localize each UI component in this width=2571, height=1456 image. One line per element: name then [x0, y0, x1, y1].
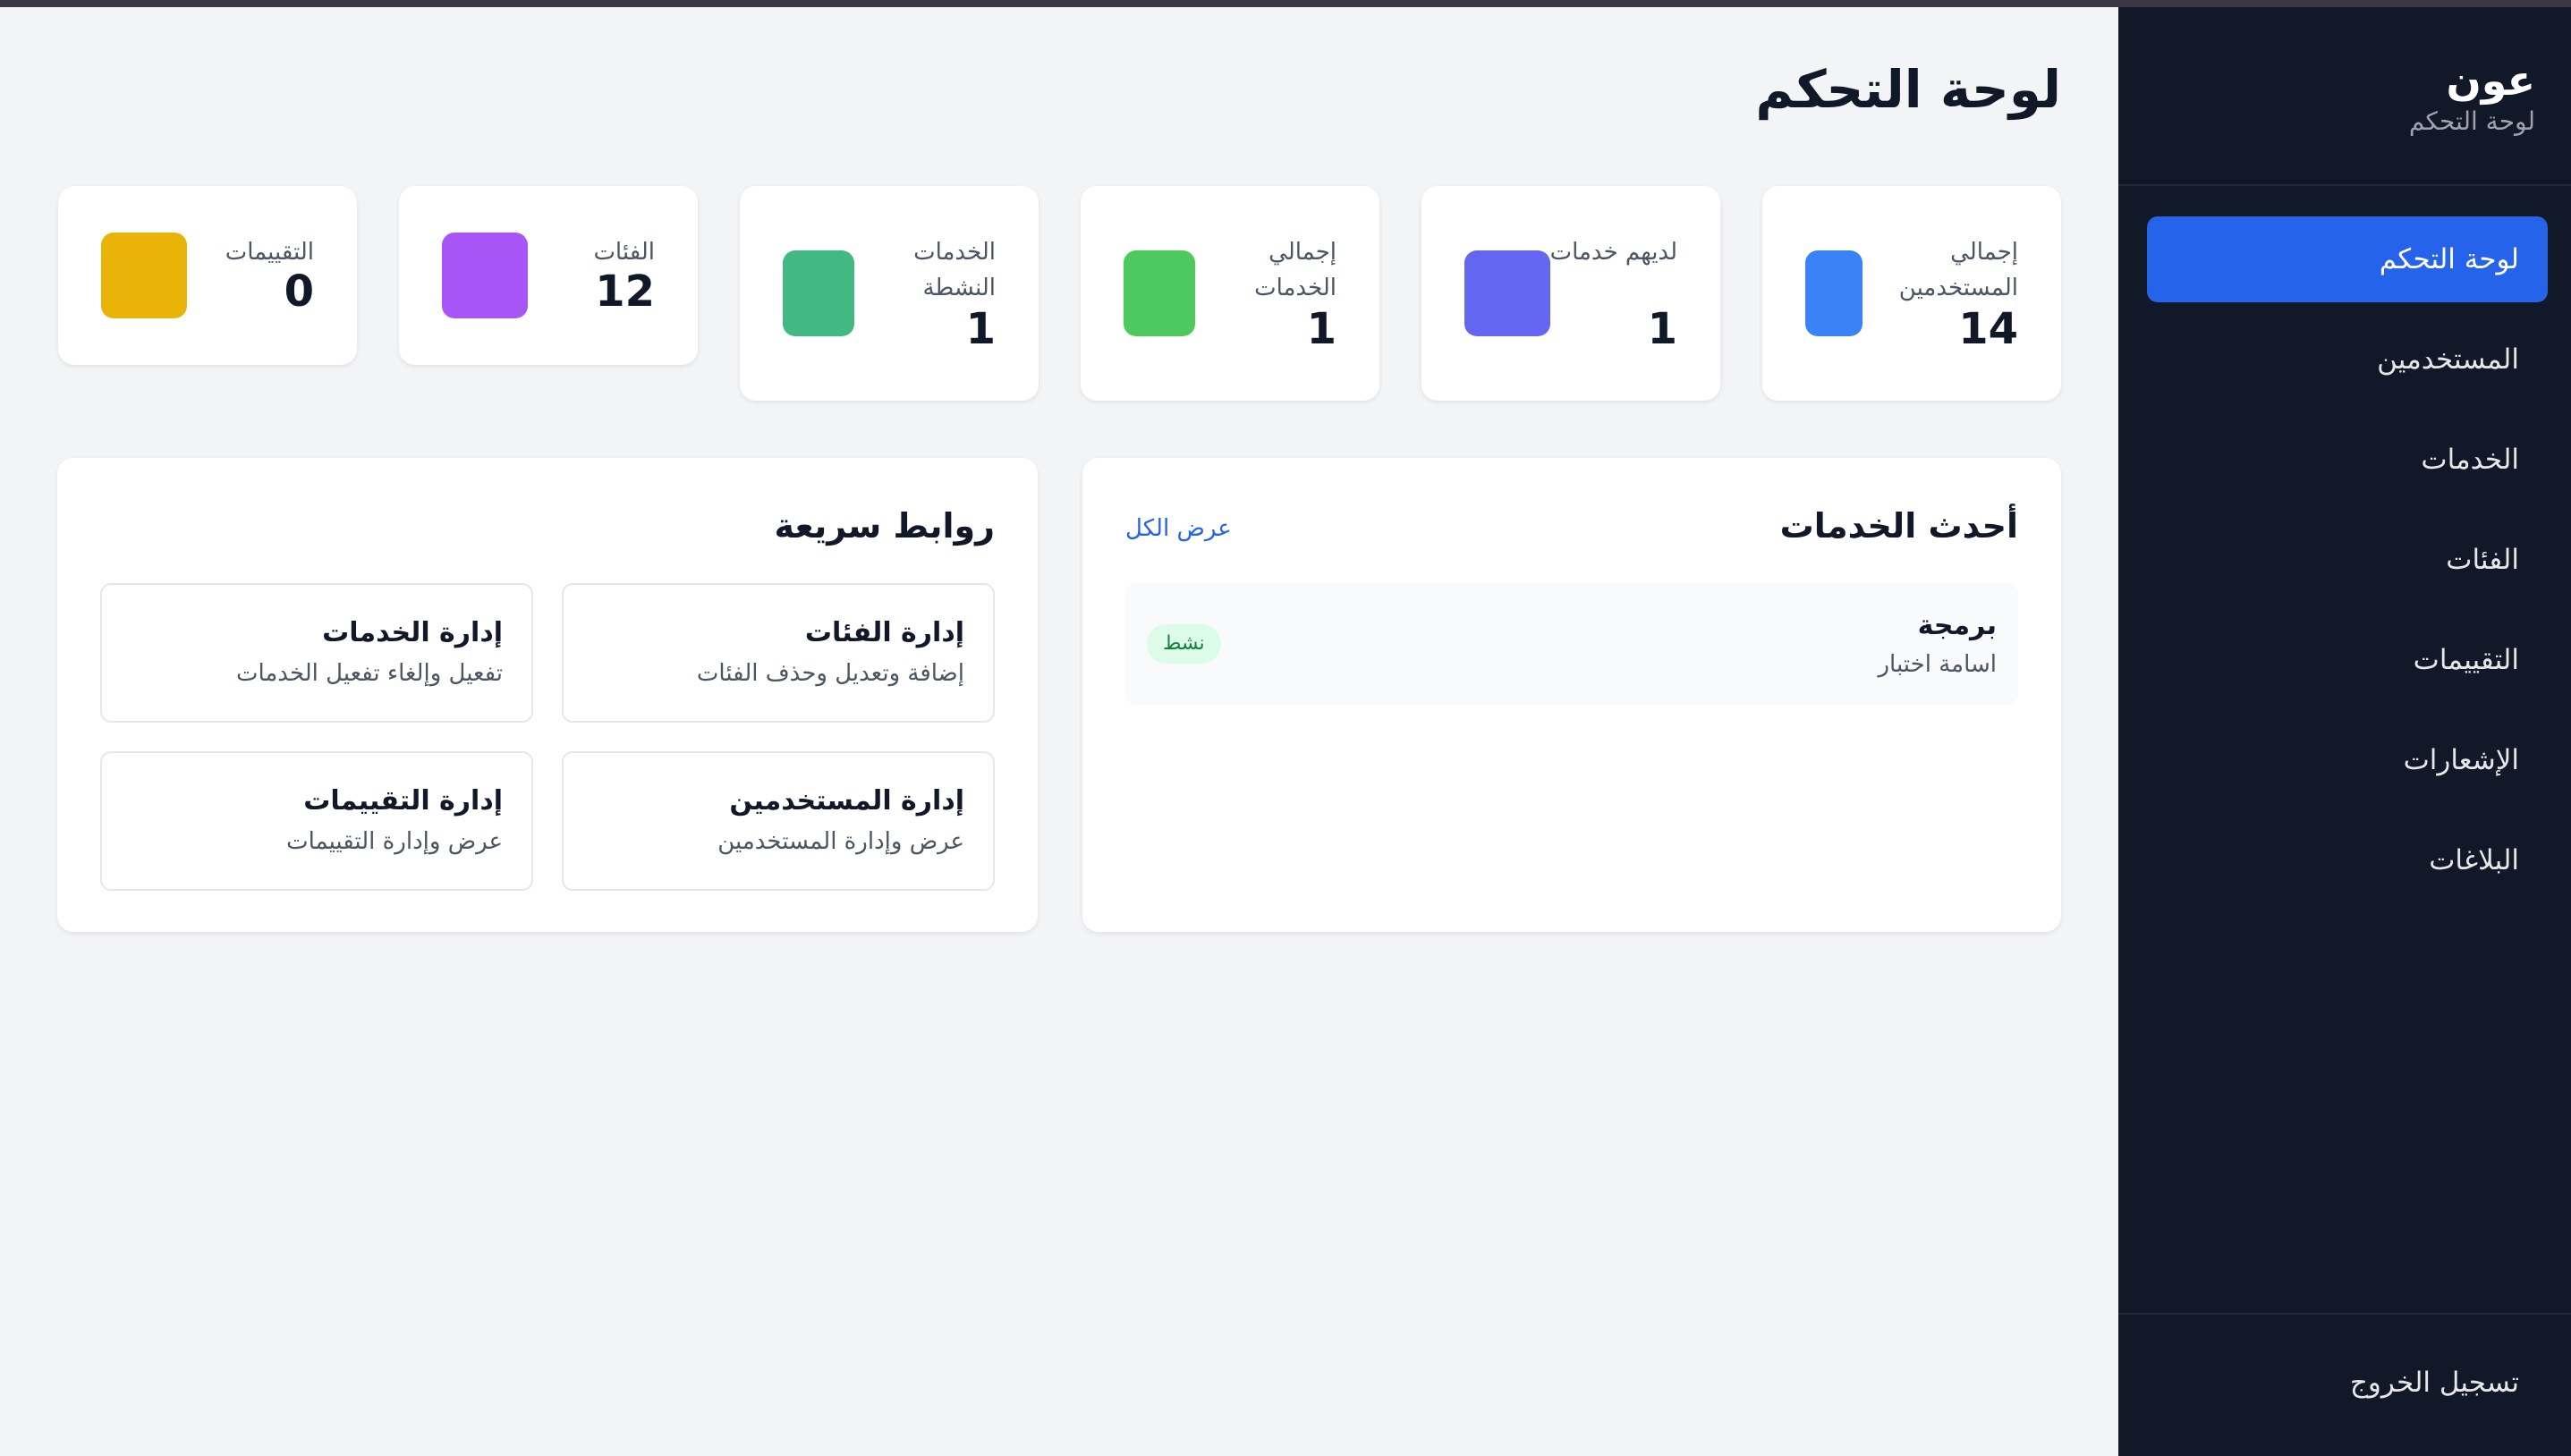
- stat-label: الخدمات النشطة: [913, 239, 996, 301]
- sidebar-divider: [2118, 184, 2571, 186]
- page-title: لوحة التحكم: [1755, 59, 2061, 120]
- services-icon: [1124, 250, 1195, 336]
- panel-title: روابط سريعة: [774, 506, 995, 546]
- service-owner: اسامة اختبار: [1878, 651, 1997, 678]
- stat-card-total-services: إجمالي الخدمات 1: [1081, 186, 1379, 401]
- brand: عون لوحة التحكم: [2409, 57, 2535, 140]
- stat-card-with-services: لديهم خدمات 1: [1421, 186, 1720, 401]
- stat-value: 1: [1647, 304, 1677, 354]
- link-desc: عرض وإدارة التقييمات: [286, 828, 503, 855]
- stat-card-categories: الفئات 12: [399, 186, 698, 365]
- link-title: إدارة الخدمات: [322, 617, 503, 648]
- window-top-bar: [0, 0, 2571, 7]
- view-all-link[interactable]: عرض الكل: [1125, 515, 1232, 542]
- sidebar-divider: [2118, 1313, 2571, 1315]
- sidebar: عون لوحة التحكم لوحة التحكم المستخدمين ا…: [2118, 7, 2571, 1456]
- link-title: إدارة الفئات: [804, 617, 964, 648]
- link-desc: عرض وإدارة المستخدمين: [717, 828, 964, 855]
- active-services-icon: [783, 250, 854, 336]
- stat-label: الفئات: [593, 239, 655, 266]
- sidebar-item-reports[interactable]: البلاغات: [2147, 817, 2548, 903]
- main-content: لوحة التحكم إجمالي المستخدمين 14 لديهم خ…: [0, 7, 2118, 1456]
- latest-services-panel: أحدث الخدمات عرض الكل برمجة اسامة اختبار…: [1082, 458, 2061, 932]
- status-badge: نشط: [1147, 624, 1221, 664]
- stat-label: إجمالي المستخدمين: [1898, 239, 2018, 301]
- providers-icon: [1464, 250, 1550, 336]
- categories-icon: [442, 233, 528, 318]
- panel-title: أحدث الخدمات: [1779, 506, 2018, 546]
- stat-card-ratings: التقييمات 0: [58, 186, 357, 365]
- link-desc: إضافة وتعديل وحذف الفئات: [696, 660, 964, 687]
- logout-button[interactable]: تسجيل الخروج: [2350, 1367, 2519, 1399]
- stat-value: 12: [595, 267, 655, 317]
- stat-value: 1: [1306, 304, 1336, 354]
- quick-links-panel: روابط سريعة إدارة الفئات إضافة وتعديل وح…: [57, 458, 1038, 932]
- quick-link-categories[interactable]: إدارة الفئات إضافة وتعديل وحذف الفئات: [562, 583, 995, 723]
- sidebar-item-notifications[interactable]: الإشعارات: [2147, 717, 2548, 803]
- stat-card-total-users: إجمالي المستخدمين 14: [1762, 186, 2061, 401]
- stat-value: 14: [1958, 304, 2018, 354]
- link-title: إدارة التقييمات: [303, 785, 503, 817]
- link-desc: تفعيل وإلغاء تفعيل الخدمات: [235, 660, 503, 687]
- stat-label: إجمالي الخدمات: [1254, 239, 1336, 301]
- sidebar-item-users[interactable]: المستخدمين: [2147, 317, 2548, 402]
- brand-subtitle: لوحة التحكم: [2408, 106, 2535, 136]
- stat-value: 0: [284, 267, 314, 317]
- sidebar-item-ratings[interactable]: التقييمات: [2147, 617, 2548, 703]
- sidebar-item-dashboard[interactable]: لوحة التحكم: [2147, 216, 2548, 302]
- link-title: إدارة المستخدمين: [729, 785, 964, 817]
- stat-value: 1: [965, 304, 996, 354]
- ratings-icon: [101, 233, 187, 318]
- stat-label: لديهم خدمات: [1549, 239, 1677, 266]
- brand-name: عون: [2446, 56, 2535, 105]
- quick-link-users[interactable]: إدارة المستخدمين عرض وإدارة المستخدمين: [562, 751, 995, 891]
- service-name: برمجة: [1917, 610, 1997, 641]
- sidebar-nav: لوحة التحكم المستخدمين الخدمات الفئات ال…: [2147, 216, 2548, 918]
- quick-link-ratings[interactable]: إدارة التقييمات عرض وإدارة التقييمات: [100, 751, 533, 891]
- users-icon: [1805, 250, 1862, 336]
- stat-card-active-services: الخدمات النشطة 1: [740, 186, 1039, 401]
- list-item[interactable]: برمجة اسامة اختبار نشط: [1125, 583, 2018, 705]
- quick-link-services[interactable]: إدارة الخدمات تفعيل وإلغاء تفعيل الخدمات: [100, 583, 533, 723]
- sidebar-item-services[interactable]: الخدمات: [2147, 417, 2548, 503]
- stat-label: التقييمات: [225, 239, 314, 266]
- sidebar-item-categories[interactable]: الفئات: [2147, 517, 2548, 603]
